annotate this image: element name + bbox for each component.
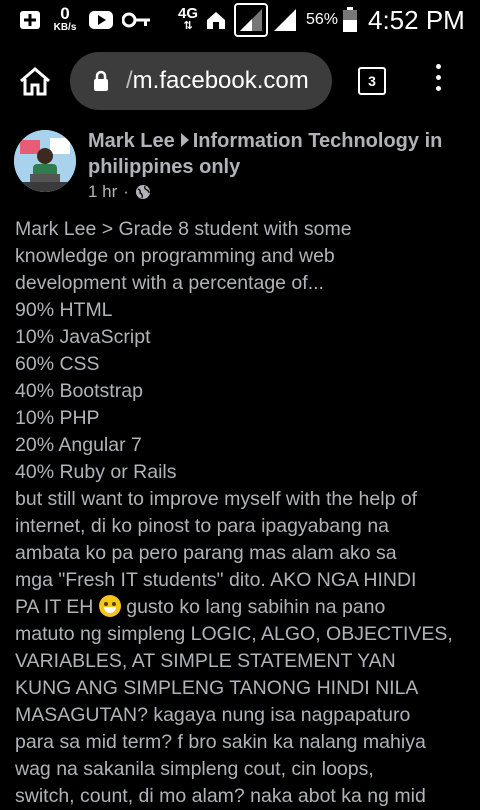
post-line: MASAGUTAN? kagaya nung isa nagpapaturo [15, 704, 411, 726]
tab-switcher-button[interactable]: 3 [358, 67, 386, 95]
post-line: 90% HTML [15, 299, 113, 321]
author-name[interactable]: Mark Lee [88, 130, 175, 152]
sim-add-icon [18, 0, 42, 40]
net-speed: 0 KB/s [53, 4, 77, 33]
post: Mark Lee Information Technology in philip… [0, 122, 480, 807]
post-line: 40% Bootstrap [15, 380, 143, 402]
globe-icon [135, 185, 150, 199]
browser-toolbar: /m.facebook.com 3 [0, 40, 480, 122]
url-text: /m.facebook.com [126, 67, 309, 94]
post-line: 20% Angular 7 [15, 434, 142, 456]
post-line: KUNG ANG SIMPLENG TANONG HINDI NILA [15, 677, 419, 699]
lock-icon [94, 70, 108, 91]
post-line: Mark Lee > Grade 8 student with some [15, 218, 352, 240]
signal-1-icon [234, 0, 268, 40]
address-bar[interactable]: /m.facebook.com [70, 52, 332, 110]
post-body: Mark Lee > Grade 8 student with some kno… [15, 216, 477, 810]
post-line: VARIABLES, AT SIMPLE STATEMENT YAN [15, 650, 396, 672]
share-arrow-icon [180, 133, 189, 147]
overflow-menu-icon[interactable] [426, 64, 450, 98]
battery-icon [342, 0, 358, 40]
post-line: 10% PHP [15, 407, 100, 429]
post-line-emoji: PA IT EH gusto ko lang sabihin na pano [15, 594, 477, 621]
post-line-end: gusto ko lang sabihin na pano [126, 596, 386, 618]
avatar[interactable] [14, 130, 76, 192]
clock: 4:52 PM [368, 4, 465, 35]
post-time[interactable]: 1 hr [88, 182, 117, 202]
status-bar: 0 KB/s 4G ⇅ 56% 4:52 PM [0, 0, 480, 40]
home-data-icon [205, 0, 227, 40]
post-line: 10% JavaScript [15, 326, 151, 348]
battery-percent: 56% [306, 11, 339, 28]
post-line: matuto ng simpleng LOGIC, ALGO, OBJECTIV… [15, 623, 453, 645]
post-line: but still want to improve myself with th… [15, 488, 418, 510]
post-line: internet, di ko pinost to para ipagyaban… [15, 515, 390, 537]
post-line: knowledge on programming and web [15, 245, 335, 267]
post-meta: 1 hr · [88, 182, 151, 202]
youtube-icon [88, 0, 114, 40]
post-header: Mark Lee Information Technology in philip… [88, 128, 468, 180]
home-icon [20, 67, 50, 96]
signal-2-icon [272, 0, 298, 40]
post-line: switch, count, di mo alam? naka abot ka … [15, 785, 426, 807]
post-line: wag na sakanila simpleng cout, cin loops… [15, 758, 374, 780]
post-line: mga "Fresh IT students" dito. AKO NGA HI… [15, 569, 417, 591]
post-line: ambata ko pa pero parang mas alam ako sa [15, 542, 397, 564]
separator-dot: · [123, 182, 129, 201]
key-icon [122, 0, 152, 40]
post-line-start: PA IT EH [15, 596, 94, 618]
post-line: 60% CSS [15, 353, 100, 375]
post-line: 40% Ruby or Rails [15, 461, 177, 483]
grinning-emoji-icon [98, 595, 121, 617]
home-button[interactable] [12, 58, 58, 104]
network-type: 4G ⇅ [178, 5, 199, 32]
post-line: para sa mid term? f bro sakin ka nalang … [15, 731, 426, 753]
post-line: development with a percentage of... [15, 272, 324, 294]
